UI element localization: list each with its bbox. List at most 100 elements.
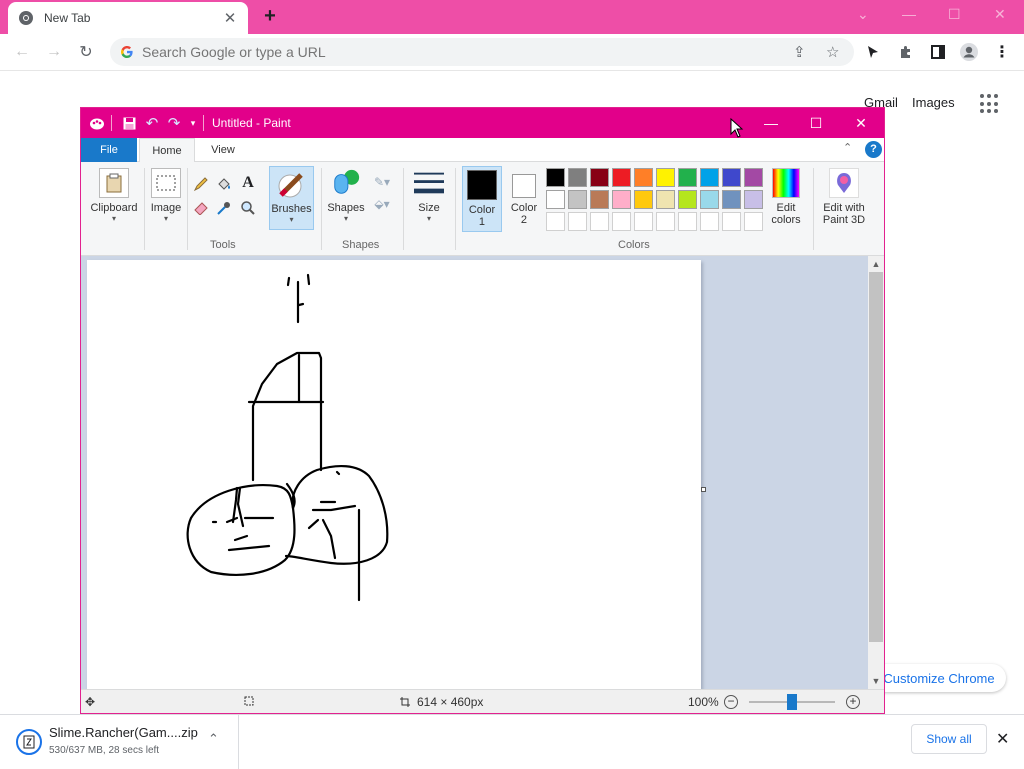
palette-swatch[interactable] — [546, 168, 565, 187]
paint-app-icon[interactable] — [89, 115, 105, 131]
address-bar[interactable]: ⇪ ☆ — [110, 38, 854, 66]
palette-swatch[interactable] — [612, 190, 631, 209]
scroll-up-icon[interactable]: ▲ — [868, 256, 884, 272]
download-item[interactable]: Slime.Rancher(Gam....zip 530/637 MB, 28 … — [12, 723, 238, 763]
share-icon[interactable]: ⇪ — [793, 43, 806, 61]
edit-colors-button[interactable]: Edit colors — [764, 166, 808, 252]
palette-swatch[interactable] — [656, 212, 675, 231]
canvas-vertical-scrollbar[interactable]: ▲ ▼ — [868, 256, 884, 689]
scroll-down-icon[interactable]: ▼ — [868, 673, 884, 689]
image-button[interactable]: Image ▾ — [147, 166, 185, 252]
palette-swatch[interactable] — [700, 168, 719, 187]
maximize-icon[interactable]: ☐ — [948, 6, 961, 23]
color-picker-icon[interactable] — [214, 198, 234, 218]
images-link[interactable]: Images — [912, 95, 955, 110]
download-bar: Slime.Rancher(Gam....zip 530/637 MB, 28 … — [0, 714, 1024, 769]
customize-qa-icon[interactable]: ▾ — [185, 115, 201, 131]
tab-new-tab[interactable]: New Tab ✕ — [8, 2, 248, 34]
help-icon[interactable]: ? — [865, 141, 882, 158]
palette-swatch[interactable] — [612, 212, 631, 231]
side-panel-icon[interactable] — [928, 42, 948, 62]
palette-swatch[interactable] — [590, 190, 609, 209]
tab-home[interactable]: Home — [139, 138, 195, 163]
google-apps-icon[interactable] — [980, 94, 1000, 114]
paint-minimize-icon[interactable]: — — [748, 108, 794, 138]
menu-dots-icon[interactable]: ⋮ — [992, 42, 1012, 62]
canvas-workspace — [81, 256, 868, 689]
show-all-button[interactable]: Show all — [911, 724, 987, 754]
palette-swatch[interactable] — [568, 190, 587, 209]
shape-fill-icon[interactable]: ⬙▾ — [369, 194, 395, 214]
undo-icon[interactable]: ↶ — [144, 115, 160, 132]
palette-swatch[interactable] — [634, 190, 653, 209]
palette-swatch[interactable] — [634, 212, 653, 231]
close-download-bar-icon[interactable]: ✕ — [996, 729, 1009, 749]
paint-titlebar[interactable]: ↶ ↷ ▾ Untitled - Paint — ☐ ✕ — [81, 108, 884, 138]
zoom-slider-thumb[interactable] — [787, 694, 797, 710]
outline-icon[interactable]: ✎▾ — [369, 172, 395, 192]
palette-swatch[interactable] — [722, 168, 741, 187]
palette-swatch[interactable] — [744, 168, 763, 187]
close-window-icon[interactable]: ✕ — [994, 6, 1006, 23]
palette-swatch[interactable] — [744, 190, 763, 209]
text-icon[interactable]: A — [238, 173, 258, 193]
palette-swatch[interactable] — [590, 212, 609, 231]
zoom-out-button[interactable]: − — [724, 695, 738, 709]
canvas-size-readout: 614 × 460px — [399, 695, 483, 709]
save-icon[interactable] — [121, 115, 137, 131]
bookmark-star-icon[interactable]: ☆ — [826, 43, 839, 61]
palette-swatch[interactable] — [678, 168, 697, 187]
palette-swatch[interactable] — [656, 190, 675, 209]
tab-file[interactable]: File — [81, 138, 137, 162]
fill-icon[interactable] — [214, 174, 234, 194]
palette-swatch[interactable] — [634, 168, 653, 187]
redo-icon[interactable]: ↷ — [166, 115, 182, 132]
palette-swatch[interactable] — [656, 168, 675, 187]
palette-swatch[interactable] — [612, 168, 631, 187]
extensions-puzzle-icon[interactable] — [896, 42, 916, 62]
paint-maximize-icon[interactable]: ☐ — [793, 108, 839, 138]
clipboard-button[interactable]: Clipboard ▾ — [86, 166, 142, 252]
profile-avatar-icon[interactable] — [959, 42, 979, 62]
palette-swatch[interactable] — [678, 190, 697, 209]
magnifier-icon[interactable] — [238, 198, 258, 218]
palette-swatch[interactable] — [546, 212, 565, 231]
pencil-icon[interactable] — [191, 174, 211, 194]
zoom-in-button[interactable]: + — [846, 695, 860, 709]
palette-swatch[interactable] — [568, 212, 587, 231]
color1-swatch — [467, 170, 497, 200]
palette-swatch[interactable] — [722, 212, 741, 231]
palette-swatch[interactable] — [700, 190, 719, 209]
palette-swatch[interactable] — [590, 168, 609, 187]
minimize-icon[interactable]: — — [902, 6, 916, 22]
ribbon-separator — [813, 168, 814, 250]
new-tab-button[interactable]: + — [258, 5, 282, 29]
palette-swatch[interactable] — [700, 212, 719, 231]
brushes-button[interactable]: Brushes ▾ — [269, 166, 314, 230]
palette-swatch[interactable] — [744, 212, 763, 231]
scroll-thumb[interactable] — [869, 272, 883, 642]
tab-search-icon[interactable]: ⌄ — [857, 6, 869, 23]
tab-view[interactable]: View — [197, 138, 249, 162]
forward-icon[interactable]: → — [44, 42, 64, 62]
edit-with-paint3d-button[interactable]: Edit with Paint 3D — [817, 166, 871, 252]
size-button[interactable]: Size ▾ — [409, 166, 449, 252]
palette-swatch[interactable] — [568, 168, 587, 187]
eraser-icon[interactable] — [191, 198, 211, 218]
color2-button[interactable]: Color 2 — [505, 166, 543, 252]
back-icon[interactable]: ← — [12, 42, 32, 62]
drawing-canvas[interactable] — [87, 260, 701, 689]
cursor-extension-icon[interactable] — [863, 42, 883, 62]
color1-button[interactable]: Color 1 — [462, 166, 502, 232]
tab-close-icon[interactable]: ✕ — [222, 9, 238, 27]
reload-icon[interactable]: ↻ — [76, 42, 96, 62]
canvas-resize-handle[interactable] — [701, 487, 706, 492]
customize-chrome-button[interactable]: Customize Chrome — [872, 664, 1006, 692]
download-options-icon[interactable]: ⌃ — [208, 731, 219, 747]
palette-swatch[interactable] — [722, 190, 741, 209]
omnibox-input[interactable] — [142, 44, 742, 60]
collapse-ribbon-icon[interactable]: ⌃ — [843, 141, 852, 154]
palette-swatch[interactable] — [678, 212, 697, 231]
palette-swatch[interactable] — [546, 190, 565, 209]
paint-close-icon[interactable]: ✕ — [838, 108, 884, 138]
